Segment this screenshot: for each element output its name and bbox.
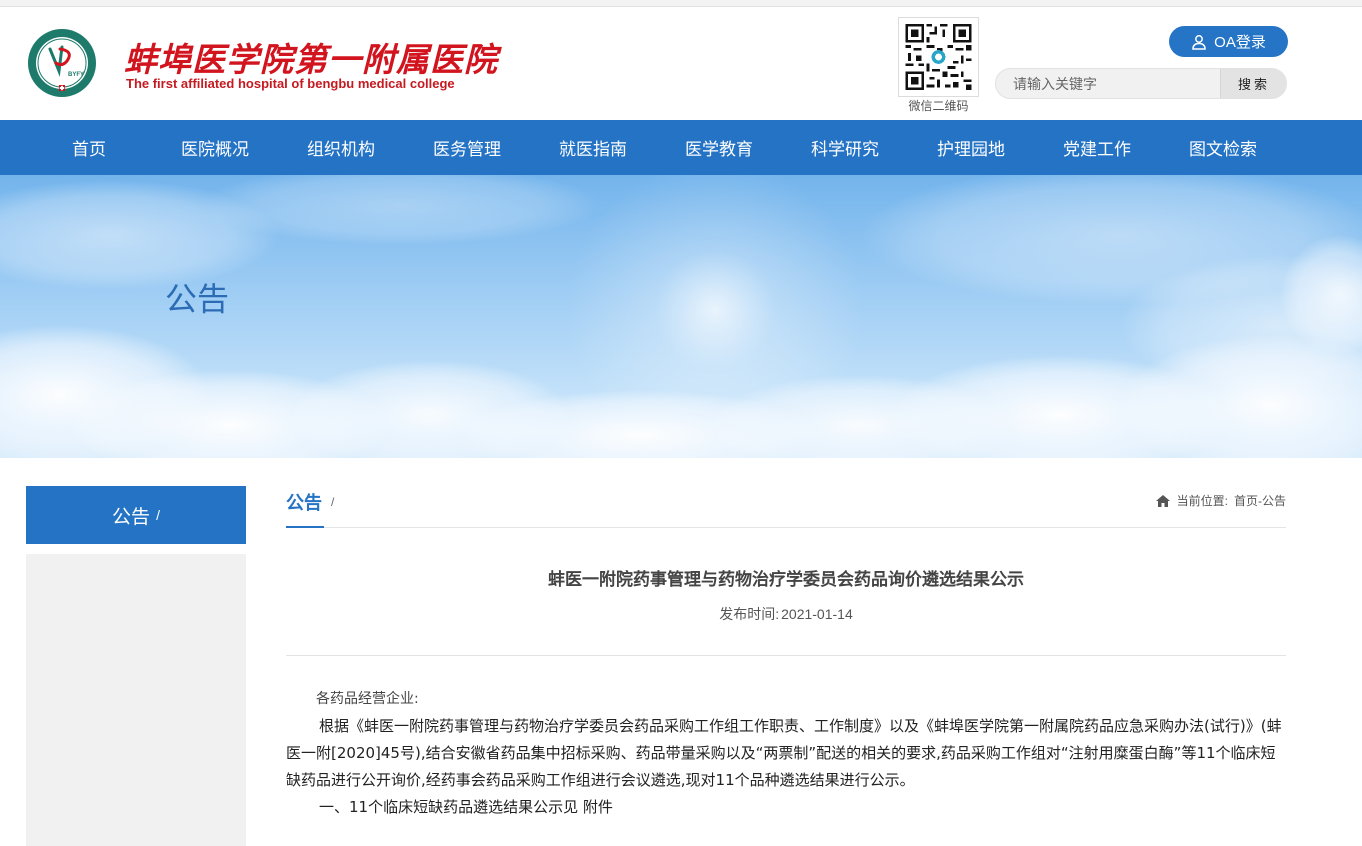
qr-code-icon — [905, 24, 972, 90]
site-header: BYFY 蚌埠医学院第一附属医院 The first affiliated ho… — [0, 7, 1362, 120]
publish-date-value: 2021-01-14 — [781, 606, 853, 622]
svg-text:BYFY: BYFY — [68, 72, 84, 78]
sidebar-panel — [26, 554, 246, 846]
breadcrumb: 当前位置: 首页-公告 — [1155, 492, 1286, 509]
sidebar-slash: / — [156, 507, 160, 523]
nav-item-education[interactable]: 医学教育 — [656, 120, 782, 175]
hospital-name-cn: 蚌埠医学院第一附属医院 — [124, 40, 498, 79]
oa-login-label: OA登录 — [1214, 34, 1266, 51]
nav-item-patient-guide[interactable]: 就医指南 — [530, 120, 656, 175]
nav-item-organization[interactable]: 组织机构 — [278, 120, 404, 175]
banner-title: 公告 — [165, 281, 230, 317]
nav-item-search[interactable]: 图文检索 — [1160, 120, 1286, 175]
section-slash: / — [331, 495, 335, 509]
top-strip — [0, 0, 1362, 7]
hospital-logo-icon[interactable]: BYFY — [26, 27, 98, 99]
nav-item-home[interactable]: 首页 — [26, 120, 152, 175]
article-body: 各药品经营企业: 根据《蚌医一附院药事管理与药物治疗学委员会药品采购工作组工作职… — [286, 686, 1286, 821]
publish-date: 发布时间: 2021-01-14 — [286, 604, 1286, 624]
nav-item-research[interactable]: 科学研究 — [782, 120, 908, 175]
section-divider — [286, 527, 1286, 528]
search-bar: 搜索 — [995, 68, 1287, 99]
user-icon — [1192, 34, 1206, 50]
article-paragraph: 根据《蚌医一附院药事管理与药物治疗学委员会药品采购工作组工作职责、工作制度》以及… — [286, 717, 1282, 789]
page-banner: 公告 — [0, 175, 1362, 458]
search-input[interactable] — [996, 69, 1220, 98]
publish-label: 发布时间: — [719, 606, 780, 622]
nav-item-medical-affairs[interactable]: 医务管理 — [404, 120, 530, 175]
oa-login-button[interactable]: OA登录 — [1169, 26, 1288, 57]
article-divider — [286, 655, 1286, 656]
nav-item-party[interactable]: 党建工作 — [1034, 120, 1160, 175]
breadcrumb-label: 当前位置: — [1176, 494, 1228, 508]
sidebar-header[interactable]: 公告 / — [26, 486, 246, 544]
qr-caption: 微信二维码 — [908, 99, 969, 113]
nav-item-nursing[interactable]: 护理园地 — [908, 120, 1034, 175]
article-title: 蚌医一附院药事管理与药物治疗学委员会药品询价遴选结果公示 — [548, 570, 1024, 589]
main-nav: 首页 医院概况 组织机构 医务管理 就医指南 医学教育 科学研究 护理园地 党建… — [0, 120, 1362, 175]
search-button[interactable]: 搜索 — [1220, 69, 1286, 98]
home-icon — [1155, 494, 1170, 507]
wechat-qr-code — [898, 17, 979, 97]
breadcrumb-path[interactable]: 首页-公告 — [1234, 492, 1286, 509]
nav-item-overview[interactable]: 医院概况 — [152, 120, 278, 175]
article-item: 一、11个临床短缺药品遴选结果公示见 附件 — [319, 798, 613, 816]
sidebar-title: 公告 — [112, 506, 151, 528]
section-title: 公告 — [286, 493, 322, 513]
article-greeting: 各药品经营企业: — [316, 691, 419, 707]
section-underline — [286, 526, 324, 528]
hospital-name-en: The first affiliated hospital of bengbu … — [126, 76, 455, 91]
